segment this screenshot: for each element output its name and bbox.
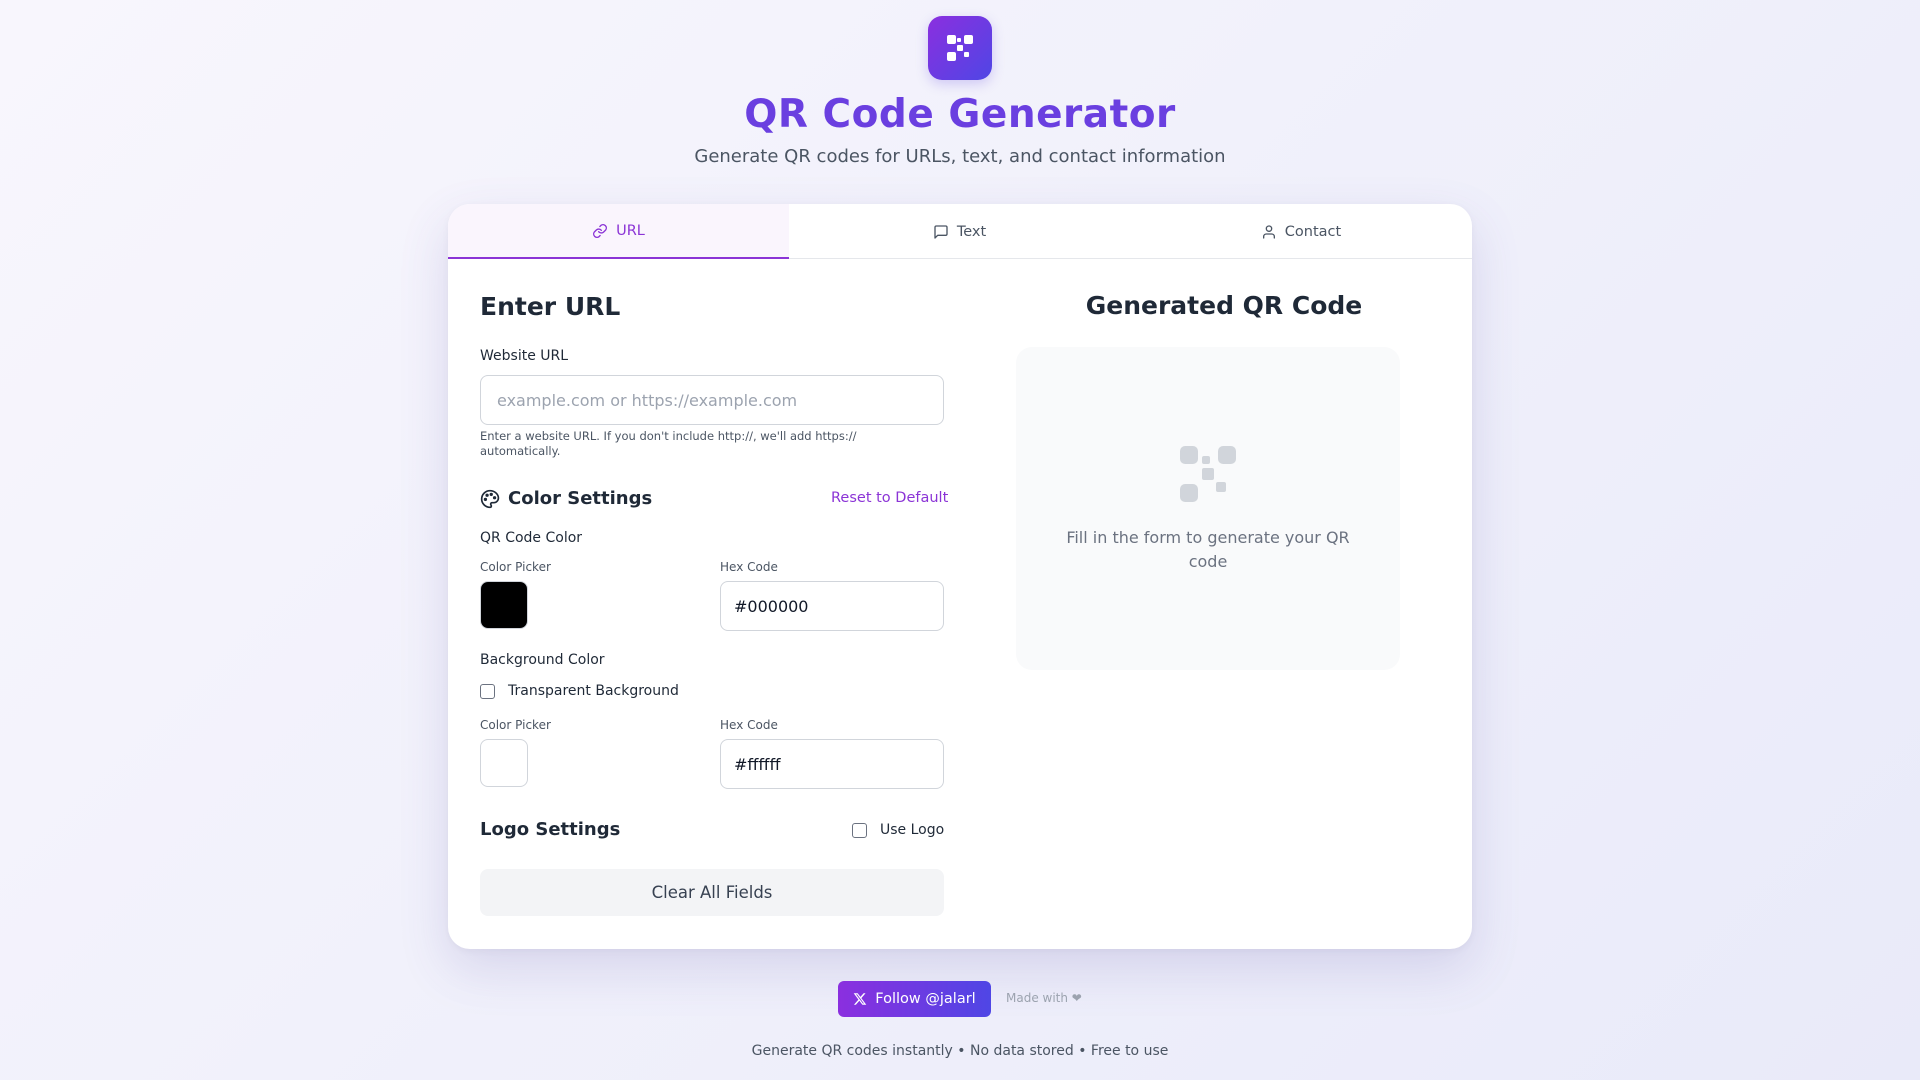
qr-color-label: QR Code Color — [480, 530, 583, 546]
preview-title: Generated QR Code — [1085, 291, 1363, 320]
link-icon — [593, 223, 608, 238]
app-logo — [928, 16, 992, 80]
transparent-background-checkbox[interactable] — [480, 684, 495, 699]
reset-to-default-link[interactable]: Reset to Default — [831, 490, 948, 506]
url-input[interactable] — [480, 375, 944, 425]
bg-color-picker-label: Color Picker — [480, 718, 551, 732]
qr-placeholder-text: Fill in the form to generate your QR cod… — [1066, 528, 1350, 571]
form-title: Enter URL — [480, 292, 621, 321]
bg-color-picker[interactable] — [480, 739, 528, 787]
palette-icon — [480, 489, 500, 509]
generator-card: URL Text Contact Enter URL Website URL E… — [448, 204, 1472, 949]
page-subtitle: Generate QR codes for URLs, text, and co… — [694, 146, 1226, 167]
message-icon — [934, 224, 948, 239]
tab-text[interactable]: Text — [789, 204, 1130, 259]
qr-placeholder-icon — [1180, 446, 1236, 502]
qr-color-picker-label: Color Picker — [480, 560, 551, 574]
bg-hex-input[interactable] — [720, 739, 944, 789]
qr-color-picker[interactable] — [480, 581, 528, 629]
qr-hex-input[interactable] — [720, 581, 944, 631]
x-icon — [853, 993, 867, 1005]
qr-preview-placeholder: Fill in the form to generate your QR cod… — [1016, 347, 1400, 670]
qr-icon — [947, 35, 973, 61]
url-help-text: Enter a website URL. If you don't includ… — [480, 429, 857, 458]
footer-tagline: Generate QR codes instantly • No data st… — [751, 1043, 1169, 1059]
tab-contact-label: Contact — [1284, 223, 1342, 240]
follow-button-label: Follow @jalarl — [875, 991, 976, 1007]
tab-url-label: URL — [616, 222, 645, 239]
url-label: Website URL — [480, 348, 569, 364]
bg-hex-label: Hex Code — [720, 718, 778, 732]
use-logo-label: Use Logo — [880, 822, 945, 838]
tab-contact[interactable]: Contact — [1130, 204, 1472, 259]
tab-url[interactable]: URL — [448, 204, 789, 259]
transparent-background-label: Transparent Background — [508, 683, 679, 699]
use-logo-checkbox[interactable] — [852, 823, 867, 838]
logo-settings-title: Logo Settings — [480, 819, 621, 840]
tab-bar: URL Text Contact — [448, 204, 1472, 259]
qr-hex-label: Hex Code — [720, 560, 778, 574]
made-with-text: Made with ❤ — [1006, 991, 1082, 1005]
clear-all-fields-button[interactable]: Clear All Fields — [480, 869, 944, 916]
user-icon — [1262, 224, 1275, 239]
page-title: QR Code Generator — [744, 92, 1176, 137]
color-settings-title: Color Settings — [508, 488, 653, 509]
follow-button[interactable]: Follow @jalarl — [838, 981, 991, 1017]
tab-text-label: Text — [956, 223, 987, 240]
background-color-label: Background Color — [480, 652, 605, 668]
